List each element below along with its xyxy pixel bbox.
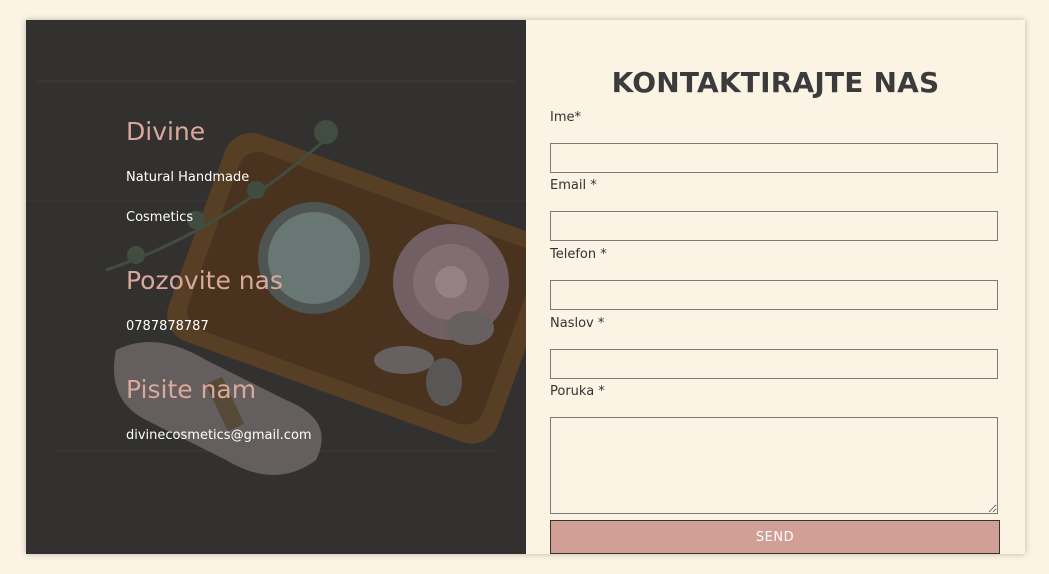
phone-label: Telefon *	[550, 247, 607, 262]
email-label: Email *	[550, 178, 597, 193]
message-label: Poruka *	[550, 384, 605, 399]
contact-form: KONTAKTIRAJTE NAS Ime* Email * Telefon *…	[526, 20, 1025, 554]
phone-input[interactable]	[550, 280, 998, 310]
message-textarea[interactable]	[550, 417, 998, 514]
name-input[interactable]	[550, 143, 998, 173]
subject-input[interactable]	[550, 349, 998, 379]
email-input[interactable]	[550, 211, 998, 241]
subject-label: Naslov *	[550, 316, 605, 331]
email-address: divinecosmetics@gmail.com	[126, 428, 312, 443]
write-us-heading: Pisite nam	[126, 375, 257, 404]
brand-heading: Divine	[126, 117, 206, 146]
tagline-line-1: Natural Handmade	[126, 170, 250, 185]
call-us-heading: Pozovite nas	[126, 266, 283, 295]
send-button[interactable]: SEND	[550, 520, 1000, 554]
form-title: KONTAKTIRAJTE NAS	[611, 66, 940, 99]
tagline-line-2: Cosmetics	[126, 210, 194, 225]
contact-info-panel: Divine Natural Handmade Cosmetics Pozovi…	[26, 20, 526, 554]
name-label: Ime*	[550, 110, 581, 125]
contact-card: Divine Natural Handmade Cosmetics Pozovi…	[26, 20, 1025, 554]
phone-number: 0787878787	[126, 319, 209, 334]
